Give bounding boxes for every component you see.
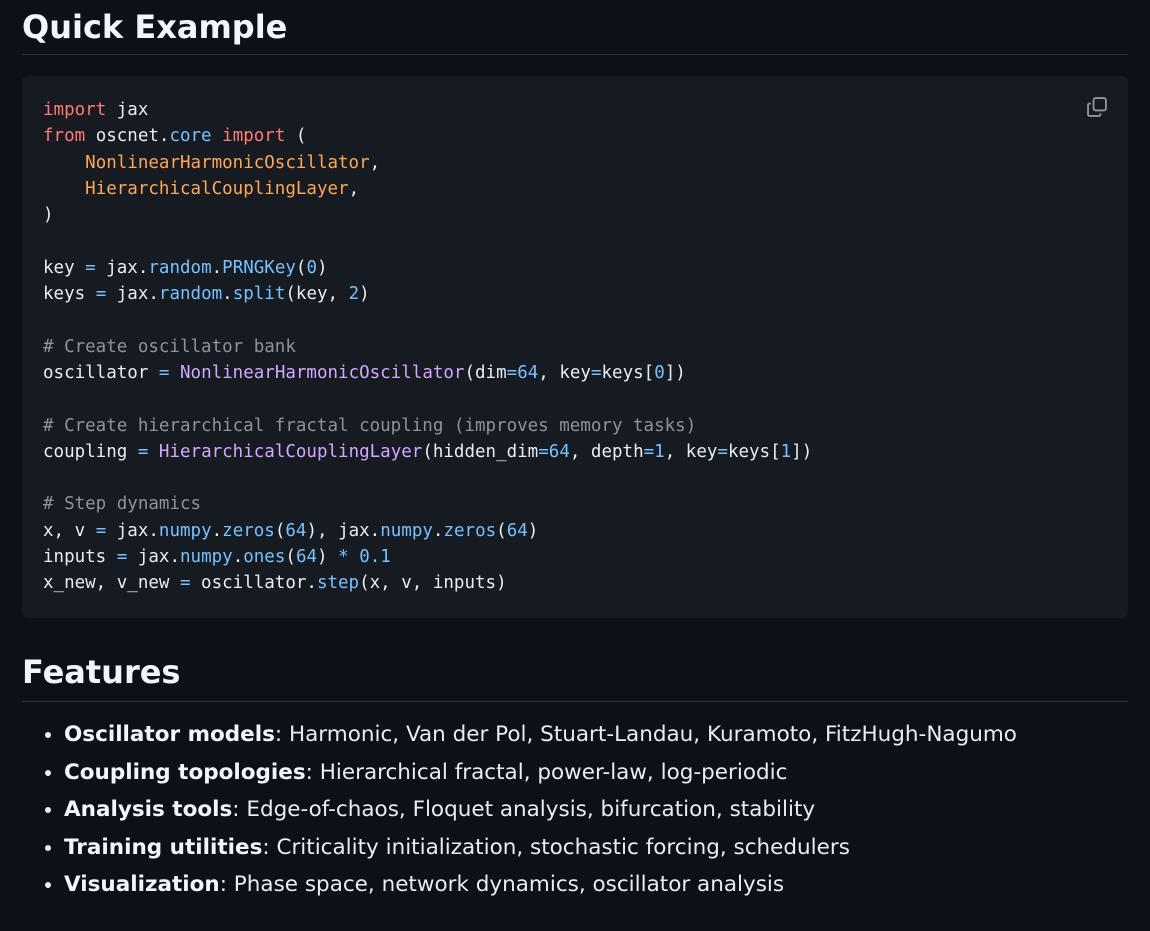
list-item: Coupling topologies: Hierarchical fracta… — [64, 758, 1128, 788]
feature-desc: : Phase space, network dynamics, oscilla… — [219, 872, 785, 897]
feature-desc: : Hierarchical fractal, power-law, log-p… — [305, 759, 788, 785]
python-code: import jax from oscnet.core import ( Non… — [43, 100, 813, 594]
feature-desc: : Criticality initialization, stochastic… — [262, 834, 850, 860]
list-item: Oscillator models: Harmonic, Van der Pol… — [64, 720, 1128, 750]
quick-example-heading: Quick Example — [22, 0, 1128, 55]
code-block: import jax from oscnet.core import ( Non… — [22, 76, 1128, 618]
copy-icon — [1087, 97, 1107, 117]
list-item: Visualization: Phase space, network dyna… — [64, 870, 1128, 900]
readme-content: Quick Example import jax from oscnet.cor… — [0, 0, 1150, 900]
feature-term: Oscillator models — [64, 722, 275, 747]
feature-term: Visualization — [64, 872, 220, 897]
list-item: Training utilities: Criticality initiali… — [64, 833, 1128, 863]
code-content[interactable]: import jax from oscnet.core import ( Non… — [43, 97, 1107, 597]
list-item: Analysis tools: Edge-of-chaos, Floquet a… — [64, 795, 1128, 825]
features-list: Oscillator models: Harmonic, Van der Pol… — [22, 720, 1128, 900]
feature-desc: : Harmonic, Van der Pol, Stuart-Landau, … — [274, 722, 1017, 747]
features-heading: Features — [22, 650, 1128, 702]
feature-term: Analysis tools — [64, 797, 233, 822]
feature-desc: : Edge-of-chaos, Floquet analysis, bifur… — [232, 797, 816, 822]
feature-term: Coupling topologies — [64, 759, 306, 785]
feature-term: Training utilities — [64, 834, 263, 860]
copy-button[interactable] — [1083, 93, 1111, 121]
